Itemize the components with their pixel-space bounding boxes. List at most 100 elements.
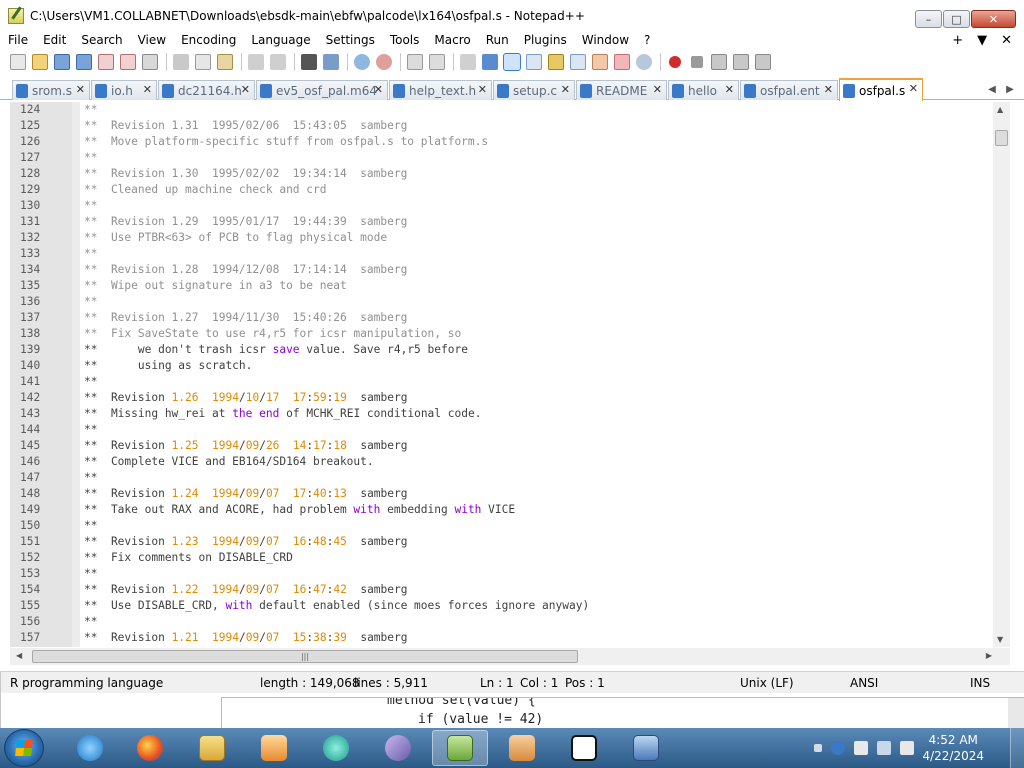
copy-icon[interactable]: [195, 54, 211, 70]
undo-icon[interactable]: [248, 54, 264, 70]
tab-close-icon[interactable]: ✕: [374, 83, 383, 96]
taskbar-remote-desktop[interactable]: [618, 730, 674, 766]
code-line[interactable]: 153 **: [10, 566, 1000, 582]
find-icon[interactable]: [301, 54, 317, 70]
folder-workspace-icon[interactable]: [592, 54, 608, 70]
taskbar-media-player[interactable]: [246, 730, 302, 766]
menu-help[interactable]: ?: [636, 33, 657, 47]
taskbar-file-explorer[interactable]: [184, 730, 240, 766]
tab-close-icon[interactable]: ✕: [143, 83, 152, 96]
tab-close-icon[interactable]: ✕: [725, 83, 734, 96]
code-line[interactable]: 124 **: [10, 102, 1000, 118]
replace-icon[interactable]: [323, 54, 339, 70]
tab-srom-s[interactable]: srom.s ✕: [12, 80, 90, 100]
code-line[interactable]: 126 ** Move platform-specific stuff from …: [10, 134, 1000, 150]
save-macro-icon[interactable]: [755, 54, 771, 70]
code-line[interactable]: 151 ** Revision 1.23 1994/09/07 16:48:45 …: [10, 534, 1000, 550]
vertical-scrollbar[interactable]: ▲ ▼: [993, 102, 1010, 647]
code-line[interactable]: 147 **: [10, 470, 1000, 486]
taskbar-firefox[interactable]: [122, 730, 178, 766]
menu-edit[interactable]: Edit: [35, 33, 73, 47]
save-all-icon[interactable]: [76, 54, 92, 70]
tab-readme[interactable]: README ✕: [576, 80, 667, 100]
close-doc-button[interactable]: ✕: [1001, 33, 1012, 48]
menu-plugins[interactable]: Plugins: [516, 33, 574, 47]
code-line[interactable]: 157 ** Revision 1.21 1994/09/07 15:38:39 …: [10, 630, 1000, 646]
tab-close-icon[interactable]: ✕: [909, 82, 918, 95]
doc-map-icon[interactable]: [548, 54, 564, 70]
code-line[interactable]: 133 **: [10, 246, 1000, 262]
code-line[interactable]: 135 ** Wipe out signature in a3 to be nea…: [10, 278, 1000, 294]
scroll-up-arrow-icon[interactable]: ▲: [997, 105, 1003, 114]
background-window[interactable]: method set(value) { if (value != 42): [221, 697, 1024, 728]
close-button[interactable]: ✕: [971, 10, 1016, 28]
zoom-in-icon[interactable]: [354, 54, 370, 70]
editor[interactable]: 124 ** 125 ** Revision 1.31 1995/02/06 15:4…: [10, 102, 1010, 647]
menu-run[interactable]: Run: [478, 33, 516, 47]
play-macro-icon[interactable]: [711, 54, 727, 70]
close-all-icon[interactable]: [120, 54, 136, 70]
taskbar-app-wave[interactable]: [370, 730, 426, 766]
code-line[interactable]: 128 ** Revision 1.30 1995/02/02 19:34:14 …: [10, 166, 1000, 182]
scroll-down-arrow-icon[interactable]: ▼: [997, 635, 1003, 644]
show-hidden-icons-icon[interactable]: [814, 744, 822, 752]
code-line[interactable]: 140 ** using as scratch.: [10, 358, 1000, 374]
code-line[interactable]: 127 **: [10, 150, 1000, 166]
taskbar-app-cyan[interactable]: [308, 730, 364, 766]
code-line[interactable]: 131 ** Revision 1.29 1995/01/17 19:44:39 …: [10, 214, 1000, 230]
menu-search[interactable]: Search: [73, 33, 129, 47]
user-lang-icon[interactable]: [526, 54, 542, 70]
taskbar-internet-explorer[interactable]: [62, 730, 118, 766]
background-scrollbar[interactable]: [1008, 698, 1024, 728]
tab-scroll-right-button[interactable]: ▶: [1002, 81, 1018, 97]
tab-close-icon[interactable]: ✕: [653, 83, 662, 96]
tab-close-icon[interactable]: ✕: [241, 83, 250, 96]
save-icon[interactable]: [54, 54, 70, 70]
new-file-icon[interactable]: [10, 54, 26, 70]
menu-settings[interactable]: Settings: [318, 33, 382, 47]
menu-file[interactable]: File: [0, 33, 35, 47]
redo-icon[interactable]: [270, 54, 286, 70]
menu-window[interactable]: Window: [574, 33, 636, 47]
scroll-left-arrow-icon[interactable]: ◀: [16, 651, 22, 660]
code-line[interactable]: 141 **: [10, 374, 1000, 390]
code-line[interactable]: 143 ** Missing hw_rei at the end of MCHK_…: [10, 406, 1000, 422]
sync-vertical-icon[interactable]: [407, 54, 423, 70]
code-line[interactable]: 155 ** Use DISABLE_CRD, with default enab…: [10, 598, 1000, 614]
code-line[interactable]: 136 **: [10, 294, 1000, 310]
run-macro-multiple-icon[interactable]: [733, 54, 749, 70]
sync-horizontal-icon[interactable]: [429, 54, 445, 70]
menu-encoding[interactable]: Encoding: [173, 33, 243, 47]
minimize-button[interactable]: –: [915, 10, 942, 28]
tab-list-button[interactable]: ▼: [977, 33, 987, 48]
tab-close-icon[interactable]: ✕: [76, 83, 85, 96]
code-line[interactable]: 144 **: [10, 422, 1000, 438]
code-line[interactable]: 142 ** Revision 1.26 1994/10/17 17:59:19 …: [10, 390, 1000, 406]
code-line[interactable]: 154 ** Revision 1.22 1994/09/07 16:47:42 …: [10, 582, 1000, 598]
code-line[interactable]: 130 **: [10, 198, 1000, 214]
code-line[interactable]: 138 ** Fix SaveState to use r4,r5 for ics…: [10, 326, 1000, 342]
tab-setup-c[interactable]: setup.c ✕: [493, 80, 575, 100]
tab-help-text-h[interactable]: help_text.h ✕: [389, 80, 492, 100]
tab-close-icon[interactable]: ✕: [478, 83, 487, 96]
code-line[interactable]: 146 ** Complete VICE and EB164/SD164 brea…: [10, 454, 1000, 470]
code-line[interactable]: 148 ** Revision 1.24 1994/09/07 17:40:13 …: [10, 486, 1000, 502]
show-all-chars-icon[interactable]: [482, 54, 498, 70]
code-line[interactable]: 145 ** Revision 1.25 1994/09/26 14:17:18 …: [10, 438, 1000, 454]
menu-tools[interactable]: Tools: [382, 33, 427, 47]
function-list-icon[interactable]: [570, 54, 586, 70]
status-eol-format[interactable]: Unix (LF): [740, 676, 794, 690]
code-line[interactable]: 129 ** Cleaned up machine check and crd: [10, 182, 1000, 198]
scroll-right-arrow-icon[interactable]: ▶: [986, 651, 992, 660]
vertical-scroll-thumb[interactable]: [995, 130, 1008, 146]
horizontal-scrollbar[interactable]: ◀ ||| ▶: [10, 648, 1010, 665]
zoom-out-icon[interactable]: [376, 54, 392, 70]
menu-view[interactable]: View: [130, 33, 173, 47]
taskbar-notepad-plus-plus[interactable]: [432, 730, 488, 766]
network-globe-icon[interactable]: [831, 741, 845, 755]
taskbar-7zip[interactable]: [556, 730, 612, 766]
cut-icon[interactable]: [173, 54, 189, 70]
horizontal-scroll-thumb[interactable]: |||: [32, 650, 578, 663]
tab-ev5-osf-pal-m64[interactable]: ev5_osf_pal.m64 ✕: [256, 80, 388, 100]
code-line[interactable]: 149 ** Take out RAX and ACORE, had proble…: [10, 502, 1000, 518]
